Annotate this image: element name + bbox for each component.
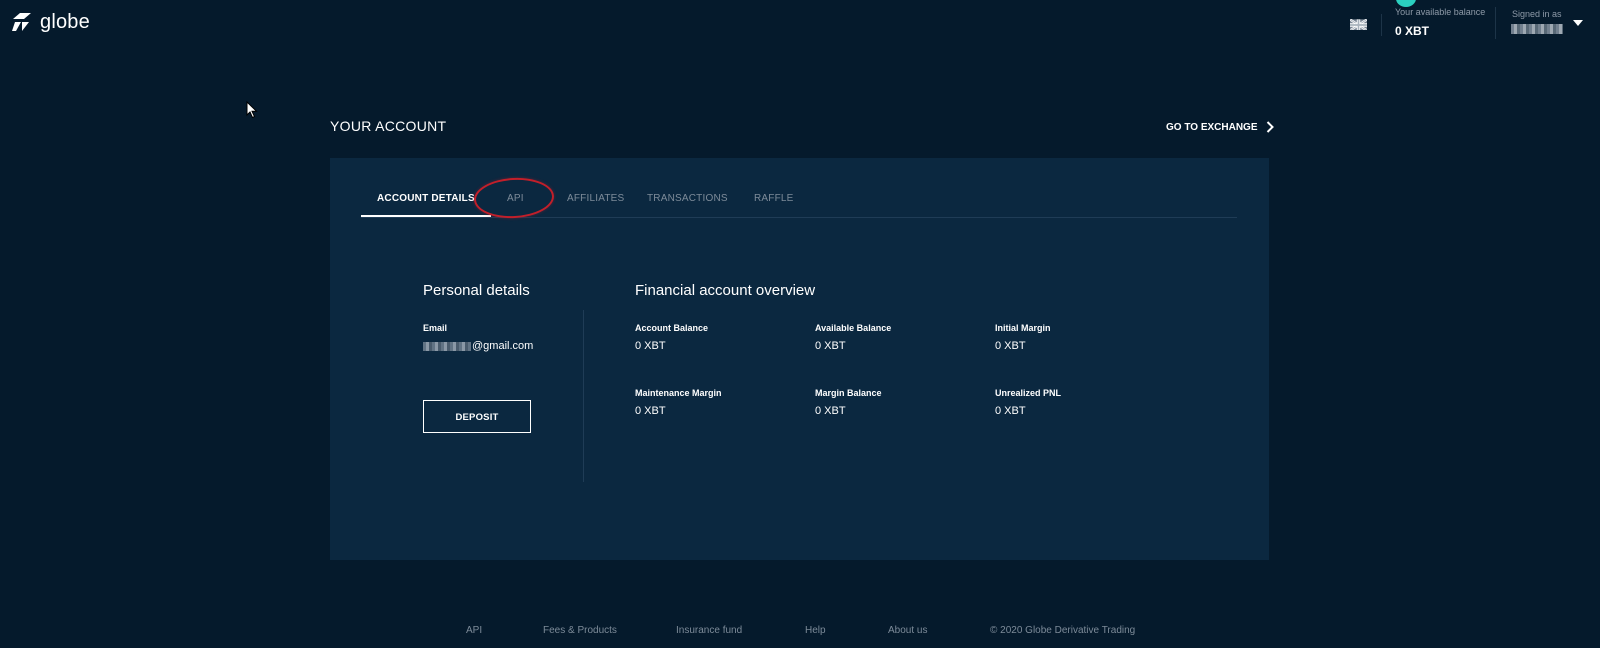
unrealized-pnl-label: Unrealized PNL <box>995 388 1062 398</box>
available-balance-value: 0 XBT <box>815 340 846 352</box>
header-divider <box>1495 7 1496 39</box>
footer-link-insurance-fund[interactable]: Insurance fund <box>676 625 742 636</box>
top-header: globe Your available balance 0 XBT Signe… <box>0 0 1600 48</box>
account-panel: ACCOUNT DETAILS API AFFILIATES TRANSACTI… <box>330 158 1269 560</box>
deposit-button[interactable]: DEPOSIT <box>423 400 531 433</box>
account-dropdown-chevron-down-icon[interactable] <box>1573 20 1583 26</box>
tab-api[interactable]: API <box>507 186 524 217</box>
unrealized-pnl-value: 0 XBT <box>995 405 1026 417</box>
page-title: YOUR ACCOUNT <box>330 118 447 134</box>
maintenance-margin-value: 0 XBT <box>635 405 666 417</box>
margin-balance-label: Margin Balance <box>815 388 882 398</box>
balance-indicator-dot <box>1396 0 1416 7</box>
maintenance-margin-label: Maintenance Margin <box>635 388 722 398</box>
uk-flag-icon[interactable] <box>1350 18 1367 30</box>
footer-link-fees-products[interactable]: Fees & Products <box>543 625 617 636</box>
signed-in-user-redacted <box>1511 24 1563 34</box>
financial-overview-title: Financial account overview <box>635 282 816 299</box>
email-value: @gmail.com <box>423 340 533 352</box>
initial-margin-label: Initial Margin <box>995 323 1051 333</box>
available-balance-label: Available Balance <box>815 323 892 333</box>
globe-logo[interactable]: globe <box>10 10 90 34</box>
email-redacted <box>423 341 471 351</box>
chevron-right-icon <box>1266 121 1274 133</box>
email-label: Email <box>423 323 448 333</box>
mouse-cursor-icon <box>246 101 258 119</box>
personal-details-title: Personal details <box>423 282 530 299</box>
globe-logo-icon <box>12 13 31 31</box>
logo-text: globe <box>40 10 90 33</box>
go-to-exchange-link[interactable]: GO TO EXCHANGE <box>1166 121 1274 133</box>
footer-copyright: © 2020 Globe Derivative Trading <box>990 625 1136 636</box>
email-domain: @gmail.com <box>472 340 534 352</box>
footer-link-help[interactable]: Help <box>805 625 826 636</box>
signed-in-label: Signed in as <box>1512 9 1562 19</box>
tab-bar: ACCOUNT DETAILS API AFFILIATES TRANSACTI… <box>361 186 1237 218</box>
tab-raffle[interactable]: RAFFLE <box>754 186 794 217</box>
margin-balance-value: 0 XBT <box>815 405 846 417</box>
account-balance-value: 0 XBT <box>635 340 666 352</box>
tab-account-details[interactable]: ACCOUNT DETAILS <box>361 186 491 217</box>
header-divider <box>1381 14 1382 36</box>
footer-link-api[interactable]: API <box>466 625 482 636</box>
footer-link-about-us[interactable]: About us <box>888 625 927 636</box>
tab-affiliates[interactable]: AFFILIATES <box>567 186 624 217</box>
balance-label: Your available balance <box>1395 7 1486 17</box>
tab-transactions[interactable]: TRANSACTIONS <box>647 186 728 217</box>
go-to-exchange-label: GO TO EXCHANGE <box>1166 121 1258 133</box>
section-divider <box>583 310 584 482</box>
account-balance-label: Account Balance <box>635 323 709 333</box>
balance-value: 0 XBT <box>1395 24 1430 38</box>
initial-margin-value: 0 XBT <box>995 340 1026 352</box>
